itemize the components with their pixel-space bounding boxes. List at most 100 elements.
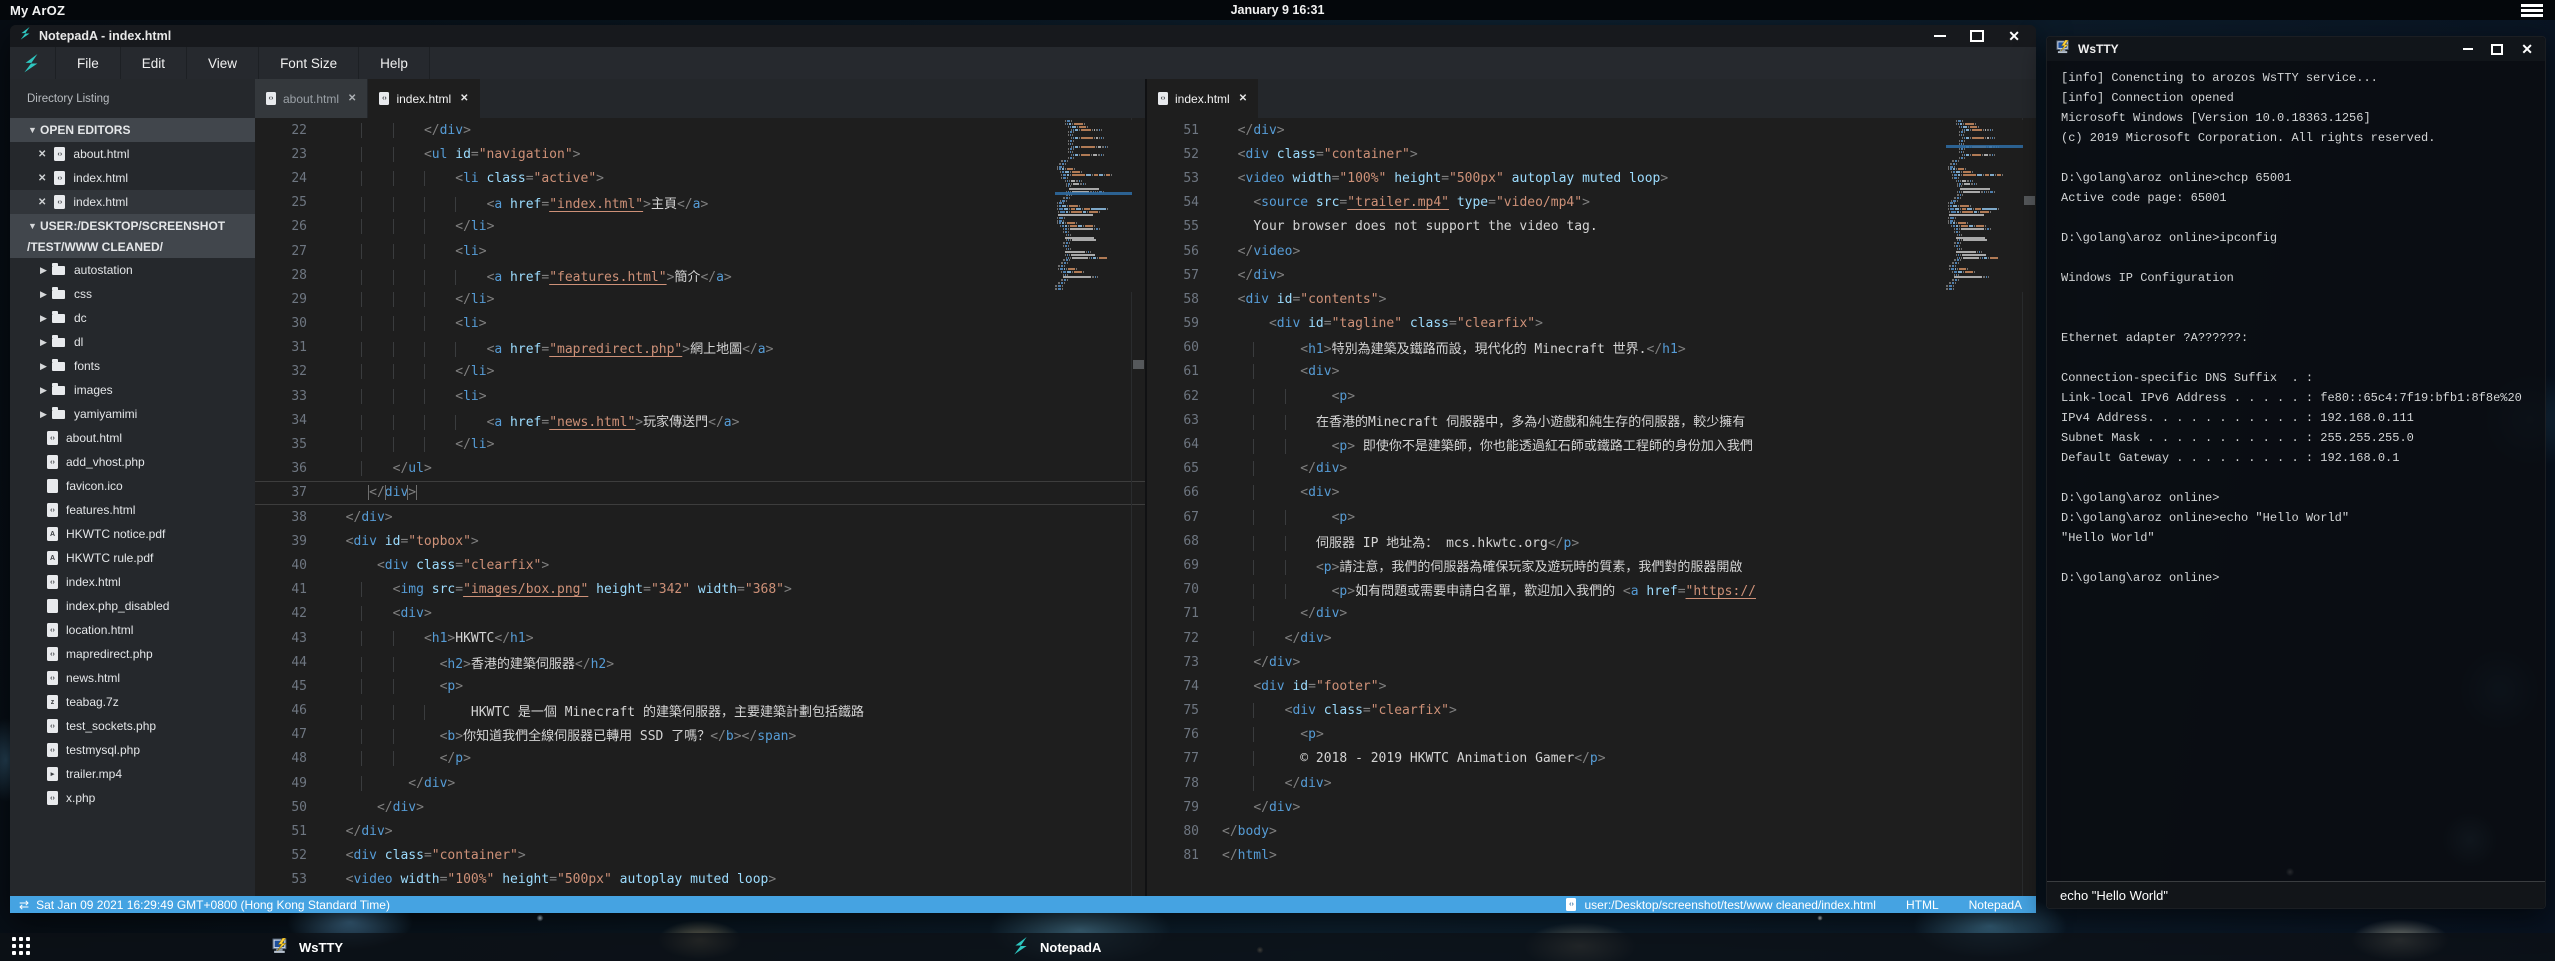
code-line[interactable]: 80</body> bbox=[1147, 819, 2036, 843]
code-line[interactable]: 42 <div> bbox=[255, 602, 1145, 626]
code-line[interactable]: 47 <b>你知道我們全線伺服器已轉用 SSD 了嗎？</b></span> bbox=[255, 723, 1145, 747]
folder-item-autostation[interactable]: ▶autostation bbox=[10, 258, 255, 282]
workspace-folder-section[interactable]: ▼USER:/DESKTOP/SCREENSHOT bbox=[10, 214, 255, 238]
code-line[interactable]: 66 <div> bbox=[1147, 481, 2036, 505]
code-editor-left[interactable]: 22 </div>23 <ul id="navigation">24 <li c… bbox=[255, 118, 1145, 896]
code-line[interactable]: 45 <p> bbox=[255, 674, 1145, 698]
chevron-right-icon[interactable]: ▶ bbox=[40, 385, 52, 396]
status-language[interactable]: HTML bbox=[1906, 898, 1939, 912]
scrollbar-right[interactable] bbox=[2022, 118, 2036, 896]
code-line[interactable]: 51 </div> bbox=[1147, 118, 2036, 142]
code-line[interactable]: 51 </div> bbox=[255, 819, 1145, 843]
folder-item-images[interactable]: ▶images bbox=[10, 378, 255, 402]
code-line[interactable]: 62 <p> bbox=[1147, 384, 2036, 408]
code-line[interactable]: 41 <img src="images/box.png" height="342… bbox=[255, 578, 1145, 602]
file-item[interactable]: ‹›news.html bbox=[10, 666, 255, 690]
code-line[interactable]: 27 <li> bbox=[255, 239, 1145, 263]
tab-index.html[interactable]: ‹›index.html✕ bbox=[1147, 79, 1258, 118]
chevron-right-icon[interactable]: ▶ bbox=[40, 361, 52, 372]
close-icon[interactable]: ✕ bbox=[2008, 31, 2020, 41]
code-line[interactable]: 24 <li class="active"> bbox=[255, 166, 1145, 190]
file-item[interactable]: AHKWTC rule.pdf bbox=[10, 546, 255, 570]
code-line[interactable]: 75 <div class="clearfix"> bbox=[1147, 699, 2036, 723]
tab-index.html[interactable]: ‹›index.html✕ bbox=[368, 79, 479, 118]
code-line[interactable]: 53 <video width="100%" height="500px" au… bbox=[255, 868, 1145, 892]
taskbar-item-notepada[interactable]: NotepadA bbox=[1012, 933, 1101, 961]
open-editor-item[interactable]: ✕‹›index.html bbox=[10, 190, 255, 214]
maximize-icon[interactable] bbox=[1970, 30, 1984, 42]
code-line[interactable]: 23 <ul id="navigation"> bbox=[255, 142, 1145, 166]
file-item[interactable]: index.php_disabled bbox=[10, 594, 255, 618]
code-line[interactable]: 55 Your browser does not support the vid… bbox=[1147, 215, 2036, 239]
file-item[interactable]: ‹›add_vhost.php bbox=[10, 450, 255, 474]
file-item[interactable]: ‹›x.php bbox=[10, 786, 255, 810]
code-line[interactable]: 57 </div> bbox=[1147, 263, 2036, 287]
code-line[interactable]: 52 <div class="container"> bbox=[1147, 142, 2036, 166]
code-line[interactable]: 67 <p> bbox=[1147, 505, 2036, 529]
code-line[interactable]: 72 </div> bbox=[1147, 626, 2036, 650]
code-line[interactable]: 38 </div> bbox=[255, 505, 1145, 529]
file-item[interactable]: ‹›testmysql.php bbox=[10, 738, 255, 762]
close-icon[interactable]: ✕ bbox=[2521, 44, 2533, 54]
code-line[interactable]: 49 </div> bbox=[255, 771, 1145, 795]
code-line[interactable]: 48 </p> bbox=[255, 747, 1145, 771]
code-line[interactable]: 53 <video width="100%" height="500px" au… bbox=[1147, 166, 2036, 190]
open-editor-item[interactable]: ✕‹›about.html bbox=[10, 142, 255, 166]
code-line[interactable]: 71 </div> bbox=[1147, 602, 2036, 626]
code-line[interactable]: 52 <div class="container"> bbox=[255, 844, 1145, 868]
code-line[interactable]: 30 <li> bbox=[255, 312, 1145, 336]
scrollbar-left[interactable] bbox=[1131, 118, 1145, 896]
wstty-titlebar[interactable]: WsTTY ✕ bbox=[2047, 37, 2545, 61]
code-line[interactable]: 36 </ul> bbox=[255, 457, 1145, 481]
file-item[interactable]: zteabag.7z bbox=[10, 690, 255, 714]
close-icon[interactable]: ✕ bbox=[1239, 93, 1247, 104]
close-icon[interactable]: ✕ bbox=[460, 93, 468, 104]
close-icon[interactable]: ✕ bbox=[38, 173, 46, 184]
tab-about.html[interactable]: ‹›about.html✕ bbox=[255, 79, 367, 118]
chevron-right-icon[interactable]: ▶ bbox=[40, 409, 52, 420]
terminal-input[interactable]: echo "Hello World" bbox=[2047, 881, 2545, 908]
code-line[interactable]: 50 </div> bbox=[255, 795, 1145, 819]
code-line[interactable]: 65 </div> bbox=[1147, 457, 2036, 481]
code-line[interactable]: 28 <a href="features.html">簡介</a> bbox=[255, 263, 1145, 287]
folder-item-css[interactable]: ▶css bbox=[10, 282, 255, 306]
code-line[interactable]: 74 <div id="footer"> bbox=[1147, 674, 2036, 698]
close-icon[interactable]: ✕ bbox=[348, 93, 356, 104]
minimap[interactable] bbox=[1946, 120, 2023, 292]
code-line[interactable]: 69 <p>請注意，我們的伺服器為確保玩家及遊玩時的質素，我們對的服器開啟 bbox=[1147, 553, 2036, 577]
code-line[interactable]: 73 </div> bbox=[1147, 650, 2036, 674]
file-item[interactable]: favicon.ico bbox=[10, 474, 255, 498]
minimap[interactable] bbox=[1055, 120, 1132, 292]
code-line[interactable]: 31 <a href="mapredirect.php">網上地圖</a> bbox=[255, 336, 1145, 360]
taskbar-item-wstty[interactable]: WsTTY bbox=[272, 933, 343, 961]
code-line[interactable]: 40 <div class="clearfix"> bbox=[255, 553, 1145, 577]
code-line[interactable]: 37 </div> bbox=[255, 481, 1145, 505]
code-line[interactable]: 59 <div id="tagline" class="clearfix"> bbox=[1147, 312, 2036, 336]
close-icon[interactable]: ✕ bbox=[38, 197, 46, 208]
file-item[interactable]: ‹›index.html bbox=[10, 570, 255, 594]
code-line[interactable]: 46 HKWTC 是一個 Minecraft 的建築伺服器，主要建築計劃包括鐵路 bbox=[255, 699, 1145, 723]
chevron-right-icon[interactable]: ▶ bbox=[40, 289, 52, 300]
file-item[interactable]: ‹›test_sockets.php bbox=[10, 714, 255, 738]
code-line[interactable]: 63 在香港的Minecraft 伺服器中，多為小遊戲和純生存的伺服器，較少擁有 bbox=[1147, 408, 2036, 432]
code-line[interactable]: 64 <p> 即使你不是建築師，你也能透過紅石師或鐵路工程師的身份加入我們 bbox=[1147, 432, 2036, 456]
folder-item-fonts[interactable]: ▶fonts bbox=[10, 354, 255, 378]
menu-item-file[interactable]: File bbox=[55, 47, 120, 79]
code-line[interactable]: 26 </li> bbox=[255, 215, 1145, 239]
chevron-right-icon[interactable]: ▶ bbox=[40, 313, 52, 324]
hamburger-icon[interactable] bbox=[2521, 4, 2543, 17]
code-line[interactable]: 76 <p> bbox=[1147, 723, 2036, 747]
code-editor-right[interactable]: 51 </div>52 <div class="container">53 <v… bbox=[1147, 118, 2036, 896]
code-line[interactable]: 68 伺服器 IP 地址為： mcs.hkwtc.org</p> bbox=[1147, 529, 2036, 553]
apps-grid-icon[interactable] bbox=[12, 937, 32, 957]
code-line[interactable]: 39 <div id="topbox"> bbox=[255, 529, 1145, 553]
open-editors-section[interactable]: ▼OPEN EDITORS bbox=[10, 118, 255, 142]
terminal-output[interactable]: [info] Conencting to arozos WsTTY servic… bbox=[2047, 61, 2545, 881]
code-line[interactable]: 58 <div id="contents"> bbox=[1147, 287, 2036, 311]
minimize-icon[interactable] bbox=[2463, 48, 2473, 50]
file-item[interactable]: ‹›features.html bbox=[10, 498, 255, 522]
folder-item-dl[interactable]: ▶dl bbox=[10, 330, 255, 354]
code-line[interactable]: 79 </div> bbox=[1147, 795, 2036, 819]
code-line[interactable]: 22 </div> bbox=[255, 118, 1145, 142]
code-line[interactable]: 34 <a href="news.html">玩家傳送門</a> bbox=[255, 408, 1145, 432]
